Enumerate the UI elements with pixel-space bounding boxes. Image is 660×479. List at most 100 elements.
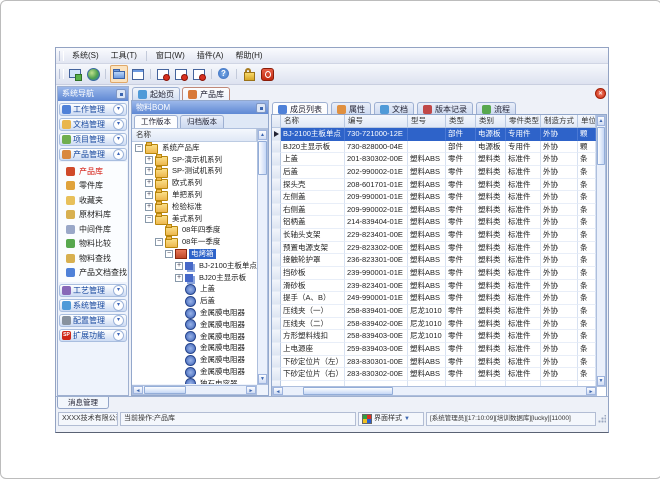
table-row-7[interactable]: 铝柄盖214-839404-01E塑料ABS零件塑料类标准件外协条 xyxy=(272,216,606,229)
table-row-17[interactable]: 上电源座259-839403-00E塑料ABS零件塑料类标准件外协条 xyxy=(272,343,606,356)
scroll-up-icon[interactable]: ▲ xyxy=(597,116,605,126)
nav-item-5[interactable]: 物料比较 xyxy=(59,237,127,252)
scroll-thumb[interactable] xyxy=(597,127,605,165)
chevron-up-icon[interactable]: ▴ xyxy=(113,149,124,160)
tree-node-20[interactable]: 独石电容器 xyxy=(132,378,257,384)
menu-item-3[interactable]: 窗口(W) xyxy=(150,49,191,63)
tree-horizontal-scrollbar[interactable]: ◄ ► xyxy=(132,385,257,395)
table-row-6[interactable]: 右侧盖209-990002-01E塑料ABS零件塑料类标准件外协条 xyxy=(272,204,606,217)
scroll-down-icon[interactable]: ▼ xyxy=(258,374,267,384)
table-vertical-scrollbar[interactable]: ▲ ▼ xyxy=(596,115,606,387)
table-row-19[interactable]: 下砂定位片（右）283-830302-00E塑料ABS零件塑料类标准件外协条 xyxy=(272,368,606,381)
nav-group-bottom-3[interactable]: SP扩展功能▾ xyxy=(59,329,127,342)
scroll-thumb[interactable] xyxy=(258,141,267,175)
doc-window-icon[interactable] xyxy=(191,66,207,82)
tree-node-13[interactable]: 后盖 xyxy=(132,295,257,307)
table-row-4[interactable]: 探头壳208-601701-01E塑料ABS零件塑料类标准件外协条 xyxy=(272,179,606,192)
expander-plus-icon[interactable]: + xyxy=(175,262,183,270)
nav-item-4[interactable]: 中间件库 xyxy=(59,222,127,237)
scroll-left-icon[interactable]: ◄ xyxy=(133,386,143,394)
nav-group-bottom-0[interactable]: 工艺管理▾ xyxy=(59,284,127,297)
close-tab-icon[interactable]: ✕ xyxy=(595,88,606,99)
table-row-5[interactable]: 左侧盖209-990001-01E塑料ABS零件塑料类标准件外协条 xyxy=(272,191,606,204)
table-horizontal-scrollbar[interactable]: ◄ ► xyxy=(272,386,597,396)
chevron-down-icon[interactable]: ▾ xyxy=(113,285,124,296)
version-tab-1[interactable]: 归档版本 xyxy=(180,115,224,128)
tree-node-14[interactable]: 金属膜电阻器 xyxy=(132,307,257,319)
column-header-4[interactable]: 类别 xyxy=(476,115,506,128)
document-tab-1[interactable]: 产品库 xyxy=(182,87,230,100)
tree-node-9[interactable]: −电烤箱 xyxy=(132,248,257,260)
tree-node-12[interactable]: 上盖 xyxy=(132,284,257,296)
tree-node-19[interactable]: 金属膜电阻器 xyxy=(132,366,257,378)
scroll-left-icon[interactable]: ◄ xyxy=(273,387,283,395)
menu-item-0[interactable]: 系统(S) xyxy=(66,49,105,63)
chevron-down-icon[interactable]: ▾ xyxy=(113,300,124,311)
doc-new-icon[interactable] xyxy=(155,66,171,82)
monitor-icon[interactable] xyxy=(67,66,83,82)
document-tab-0[interactable]: 起始页 xyxy=(132,87,180,100)
expander-plus-icon[interactable]: + xyxy=(145,156,153,164)
expander-minus-icon[interactable]: − xyxy=(155,238,163,246)
tree-node-6[interactable]: −美式系列 xyxy=(132,213,257,225)
column-header-6[interactable]: 制造方式 xyxy=(541,115,578,128)
chevron-down-icon[interactable]: ▾ xyxy=(113,330,124,341)
column-header-2[interactable]: 型号 xyxy=(408,115,446,128)
ui-style-selector[interactable]: 界面样式 ▼ xyxy=(358,412,424,426)
nav-item-7[interactable]: 产品文档查找 xyxy=(59,266,127,281)
table-row-10[interactable]: 接触轮护罩236-823301-00E塑料ABS零件塑料类标准件外协条 xyxy=(272,254,606,267)
menu-item-5[interactable]: 帮助(H) xyxy=(229,49,268,63)
expander-minus-icon[interactable]: − xyxy=(145,215,153,223)
tree-vertical-scrollbar[interactable]: ▲ ▼ xyxy=(257,129,268,385)
chevron-down-icon[interactable]: ▾ xyxy=(113,134,124,145)
expander-plus-icon[interactable]: + xyxy=(145,203,153,211)
scroll-down-icon[interactable]: ▼ xyxy=(597,376,605,386)
nav-group-top-0[interactable]: 工作管理▾ xyxy=(59,103,127,116)
scroll-thumb[interactable] xyxy=(144,386,186,394)
nav-item-6[interactable]: 物料查找 xyxy=(59,251,127,266)
tree-node-5[interactable]: +检验标准 xyxy=(132,201,257,213)
version-tab-0[interactable]: 工作版本 xyxy=(134,115,178,128)
expander-minus-icon[interactable]: − xyxy=(165,250,173,258)
table-row-1[interactable]: BJ20主显示板730-828000-04E部件电源板专用件外协颗 xyxy=(272,141,606,154)
tree-node-4[interactable]: +单把系列 xyxy=(132,189,257,201)
scroll-right-icon[interactable]: ► xyxy=(246,386,256,394)
help-icon[interactable] xyxy=(216,66,232,82)
tree-node-8[interactable]: −08年一季度 xyxy=(132,236,257,248)
table-row-3[interactable]: 后盖202-990002-01E塑料ABS零件塑料类标准件外协条 xyxy=(272,166,606,179)
tree-node-7[interactable]: 08年四季度 xyxy=(132,225,257,237)
globe-icon[interactable] xyxy=(85,66,101,82)
column-header-3[interactable]: 类型 xyxy=(446,115,476,128)
resize-grip[interactable] xyxy=(598,415,606,423)
tree-node-0[interactable]: −系统产品库 xyxy=(132,142,257,154)
chevron-down-icon[interactable]: ▾ xyxy=(113,315,124,326)
expander-minus-icon[interactable]: − xyxy=(135,144,143,152)
nav-item-3[interactable]: 原材料库 xyxy=(59,208,127,223)
nav-item-1[interactable]: 零件库 xyxy=(59,179,127,194)
table-row-13[interactable]: 提手（A、B）249-990001-01E塑料ABS零件塑料类标准件外协条 xyxy=(272,292,606,305)
tree-node-10[interactable]: +BJ-2100主板单点 xyxy=(132,260,257,272)
table-row-14[interactable]: 压线夹（一）258-839401-00E尼龙1010零件塑料类标准件外协条 xyxy=(272,305,606,318)
message-panel-tab[interactable]: 消息管理 xyxy=(57,397,109,409)
nav-item-2[interactable]: 收藏夹 xyxy=(59,193,127,208)
scroll-thumb[interactable] xyxy=(303,387,393,395)
nav-group-bottom-1[interactable]: 系统管理▾ xyxy=(59,299,127,312)
scroll-up-icon[interactable]: ▲ xyxy=(258,130,267,140)
column-header-5[interactable]: 零件类型 xyxy=(506,115,541,128)
expander-plus-icon[interactable]: + xyxy=(175,274,183,282)
tree-node-15[interactable]: 金属膜电阻器 xyxy=(132,319,257,331)
table-row-16[interactable]: 方形塑料线扣258-839403-00E尼龙1010零件塑料类标准件外协条 xyxy=(272,330,606,343)
table-row-12[interactable]: 滑砂板239-823401-00E塑料ABS零件塑料类标准件外协条 xyxy=(272,280,606,293)
table-row-15[interactable]: 压线夹（二）258-839402-00E尼龙1010零件塑料类标准件外协条 xyxy=(272,318,606,331)
scroll-right-icon[interactable]: ► xyxy=(586,387,596,395)
expander-plus-icon[interactable]: + xyxy=(145,167,153,175)
pin-icon[interactable] xyxy=(116,89,126,99)
nav-group-top-3[interactable]: 产品管理▴ xyxy=(59,148,127,161)
tree-node-1[interactable]: +SP-演示机系列 xyxy=(132,154,257,166)
exit-icon[interactable] xyxy=(259,66,275,82)
tree-node-2[interactable]: +SP-测试机系列 xyxy=(132,166,257,178)
nav-group-top-1[interactable]: 文档管理▾ xyxy=(59,118,127,131)
bom-list-icon[interactable] xyxy=(130,66,146,82)
tree-node-16[interactable]: 金属膜电阻器 xyxy=(132,331,257,343)
doc-open-icon[interactable] xyxy=(173,66,189,82)
